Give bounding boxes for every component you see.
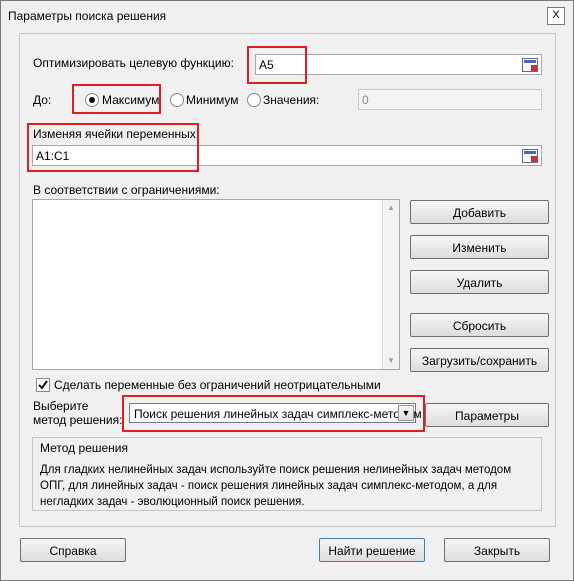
nonneg-label: Сделать переменные без ограничений неотр…: [54, 378, 381, 392]
add-button[interactable]: Добавить: [410, 200, 549, 224]
method-label-line1: Выберите: [33, 399, 89, 413]
load-save-button[interactable]: Загрузить/сохранить: [410, 348, 549, 372]
window-title: Параметры поиска решения: [8, 9, 167, 23]
range-select-icon[interactable]: [522, 149, 538, 163]
constraints-label: В соответствии с ограничениями:: [33, 183, 220, 197]
highlight-objective: [247, 46, 307, 84]
method-description-title: Метод решения: [40, 441, 128, 455]
title-bar: Параметры поиска решения X: [2, 2, 572, 28]
constraints-scrollbar[interactable]: ▲ ▼: [382, 200, 399, 369]
radio-minimum[interactable]: [170, 93, 184, 107]
solve-button[interactable]: Найти решение: [319, 538, 425, 562]
target-value-input[interactable]: 0: [358, 89, 542, 110]
highlight-maximum: [72, 84, 161, 114]
close-button[interactable]: Закрыть: [444, 538, 550, 562]
highlight-variables: [27, 123, 199, 172]
scroll-up-icon[interactable]: ▲: [383, 200, 399, 216]
target-value: 0: [362, 93, 369, 107]
constraints-list[interactable]: ▲ ▼: [32, 199, 400, 370]
method-label-line2: метод решения:: [33, 413, 123, 427]
radio-value[interactable]: [247, 93, 261, 107]
nonneg-checkbox[interactable]: [36, 378, 50, 392]
range-select-icon[interactable]: [522, 58, 538, 72]
radio-value-label: Значения:: [263, 93, 320, 107]
objective-label: Оптимизировать целевую функцию:: [33, 56, 234, 70]
highlight-method: [122, 395, 425, 432]
change-button[interactable]: Изменить: [410, 235, 549, 259]
radio-minimum-label: Минимум: [186, 93, 239, 107]
method-description-text: Для гладких нелинейных задач используйте…: [40, 464, 512, 508]
close-icon[interactable]: X: [547, 7, 565, 25]
to-label: До:: [33, 93, 52, 107]
delete-button[interactable]: Удалить: [410, 270, 549, 294]
options-button[interactable]: Параметры: [425, 403, 549, 427]
reset-button[interactable]: Сбросить: [410, 313, 549, 337]
help-button[interactable]: Справка: [20, 538, 126, 562]
scroll-down-icon[interactable]: ▼: [383, 353, 399, 369]
